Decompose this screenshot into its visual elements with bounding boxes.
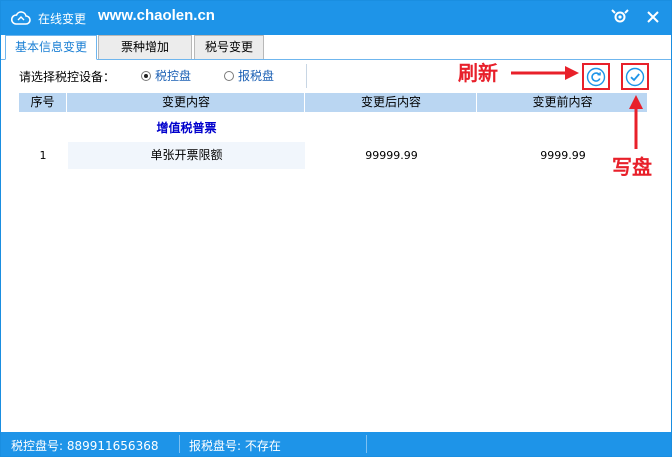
- row-index: 1: [39, 149, 47, 162]
- row-change-item: 单张开票限额: [68, 142, 305, 169]
- column-header-item[interactable]: 变更内容: [68, 93, 305, 112]
- radio-label: 税控盘: [155, 69, 192, 83]
- table-header: 序号 变更内容 变更后内容 变更前内容: [19, 93, 648, 112]
- row-value-after: 99999.99: [365, 149, 418, 162]
- tab-basic-info-change[interactable]: 基本信息变更: [5, 35, 97, 60]
- annotation-write-label: 写盘: [612, 155, 652, 179]
- close-icon[interactable]: [642, 7, 664, 27]
- radio-tax-report-disk[interactable]: 报税盘: [224, 67, 274, 84]
- cloud-icon: [11, 11, 31, 25]
- annotation-arrow-up: [629, 95, 643, 149]
- status-divider: [179, 435, 180, 453]
- refresh-icon: [586, 67, 606, 86]
- site-url: www.chaolen.cn: [98, 7, 215, 24]
- check-circle-icon: [625, 67, 645, 86]
- refresh-button[interactable]: [582, 63, 610, 90]
- group-title-vat-ordinary-invoice: 增值税普票: [156, 121, 217, 135]
- column-header-before[interactable]: 变更前内容: [478, 93, 648, 112]
- device-select-label: 请选择税控设备：: [19, 70, 116, 84]
- status-tax-control-disk: 税控盘号: 889911656368: [11, 439, 159, 453]
- status-divider: [366, 435, 367, 453]
- annotation-arrow-right: [511, 66, 579, 80]
- status-tax-report-disk: 报税盘号: 不存在: [189, 439, 281, 453]
- radio-label: 报税盘: [238, 69, 275, 83]
- status-bar: 税控盘号: 889911656368 报税盘号: 不存在: [1, 432, 671, 456]
- annotation-refresh-label: 刷新: [458, 61, 498, 85]
- radio-checked-indicator[interactable]: [141, 70, 151, 81]
- online-change-window: 在线变更 www.chaolen.cn 基本信息变更 票种增加 税号变更 请选择…: [0, 0, 672, 457]
- write-disk-button[interactable]: [621, 63, 649, 90]
- settings-icon[interactable]: [609, 7, 631, 27]
- tab-bar: 基本信息变更 票种增加 税号变更: [1, 35, 671, 60]
- app-title: 在线变更: [38, 12, 87, 26]
- tab-tax-id-change[interactable]: 税号变更: [194, 35, 264, 59]
- toolbar-divider: [306, 64, 307, 88]
- table-row[interactable]: 1 单张开票限额 99999.99 9999.99: [19, 142, 648, 169]
- tab-invoice-type-add[interactable]: 票种增加: [98, 35, 192, 59]
- column-header-index[interactable]: 序号: [19, 93, 67, 112]
- radio-tax-control-disk[interactable]: 税控盘: [141, 67, 191, 84]
- title-bar: 在线变更 www.chaolen.cn: [1, 1, 671, 35]
- column-header-after[interactable]: 变更后内容: [306, 93, 477, 112]
- radio-unchecked-indicator[interactable]: [224, 70, 234, 81]
